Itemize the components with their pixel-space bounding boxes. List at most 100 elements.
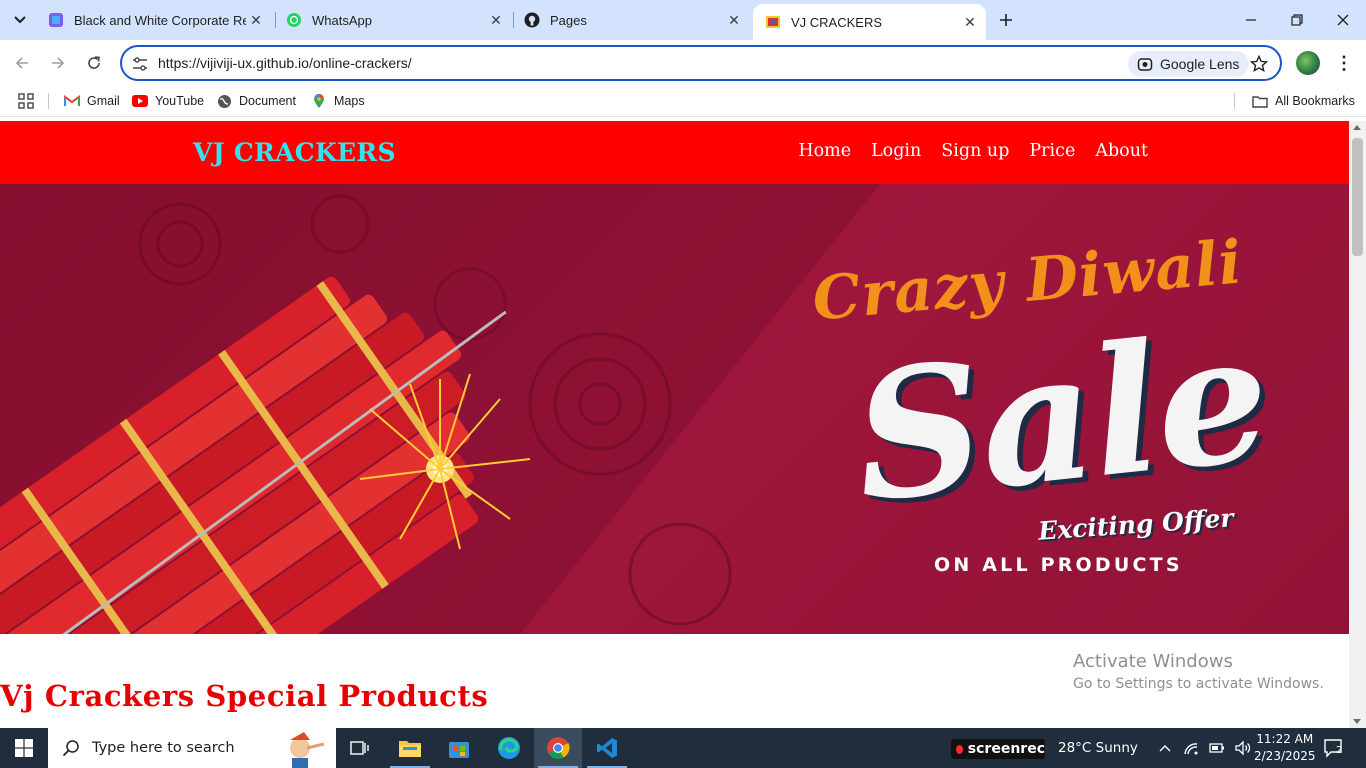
- bookmark-label: YouTube: [155, 94, 205, 108]
- hero-banner: Crazy Diwali Sale Exciting Offer ON ALL …: [0, 184, 1349, 634]
- bookmark-separator: [1234, 93, 1235, 109]
- tab-title: Pages: [550, 12, 587, 28]
- menu-kebab-icon[interactable]: ⋮: [1334, 50, 1354, 76]
- bookmark-youtube[interactable]: YouTube: [132, 91, 204, 111]
- windows-taskbar: Type here to search screenrec 28°C Sunny: [0, 728, 1366, 768]
- scrollbar-thumb[interactable]: [1352, 138, 1363, 256]
- reload-button[interactable]: [79, 48, 109, 78]
- url-text[interactable]: https://vijiviji-ux.github.io/online-cra…: [158, 55, 412, 71]
- nav-login-link[interactable]: Login: [871, 141, 921, 161]
- notification-count: 2: [1336, 745, 1343, 756]
- edge-icon: [498, 737, 520, 759]
- restore-button[interactable]: [1274, 0, 1320, 40]
- start-button[interactable]: [0, 728, 48, 768]
- close-tab-icon[interactable]: ✕: [960, 12, 980, 32]
- forward-button[interactable]: [43, 48, 73, 78]
- taskbar-edge[interactable]: [485, 728, 533, 768]
- chrome-icon: [547, 737, 570, 759]
- lens-label: Google Lens: [1160, 56, 1240, 72]
- network-icon[interactable]: [1182, 738, 1200, 758]
- lens-icon: [1136, 55, 1154, 73]
- activate-windows-title: Activate Windows: [1073, 651, 1233, 672]
- canva-icon: [48, 12, 64, 28]
- site-brand[interactable]: VJ CRACKERS: [193, 138, 396, 167]
- tab-title: VJ CRACKERS: [791, 14, 883, 30]
- search-placeholder: Type here to search: [92, 740, 235, 756]
- site-info-icon[interactable]: [130, 54, 150, 74]
- store-icon: [449, 742, 469, 758]
- folder-icon: [1252, 93, 1268, 109]
- screenrec-label: screenrec: [967, 741, 1045, 757]
- search-icon: [60, 737, 82, 759]
- tab-resume[interactable]: Black and White Corporate Resu ✕: [36, 0, 272, 40]
- globe-icon: [216, 93, 232, 109]
- bookmark-separator: [48, 93, 49, 109]
- close-tab-icon[interactable]: ✕: [724, 10, 744, 30]
- tab-whatsapp[interactable]: WhatsApp ✕: [274, 0, 512, 40]
- close-window-button[interactable]: [1320, 0, 1366, 40]
- banner-all-products: ON ALL PRODUCTS: [934, 554, 1183, 576]
- taskbar-chrome[interactable]: [534, 728, 582, 768]
- youtube-icon: [132, 93, 148, 109]
- file-explorer-icon: [399, 741, 421, 757]
- task-view-icon: [350, 741, 369, 755]
- bookmark-maps[interactable]: Maps: [311, 91, 365, 111]
- back-button[interactable]: [7, 48, 37, 78]
- whatsapp-icon: [286, 12, 302, 28]
- browser-toolbar: https://vijiviji-ux.github.io/online-cra…: [0, 40, 1366, 86]
- crackers-icon: [765, 14, 781, 30]
- taskbar-search-box[interactable]: Type here to search: [48, 728, 336, 768]
- chevron-up-icon[interactable]: [1156, 738, 1174, 758]
- task-view-button[interactable]: [336, 728, 384, 768]
- record-dot-icon: [956, 744, 963, 754]
- pinocchio-search-highlight-icon: [290, 732, 325, 768]
- bookmark-star-button[interactable]: [1248, 53, 1270, 75]
- taskbar-store[interactable]: [435, 728, 483, 768]
- arrow-right-icon: [52, 57, 65, 69]
- reload-icon: [88, 56, 100, 69]
- taskbar-file-explorer[interactable]: [386, 728, 434, 768]
- notification-center-button[interactable]: 2: [1322, 738, 1346, 758]
- nav-about-link[interactable]: About: [1095, 141, 1148, 161]
- nav-home-link[interactable]: Home: [798, 141, 851, 161]
- tab-search-button[interactable]: [6, 6, 34, 34]
- nav-signup-link[interactable]: Sign up: [941, 141, 1009, 161]
- gmail-icon: [64, 93, 80, 109]
- tab-title: Black and White Corporate Resu: [74, 12, 246, 28]
- chevron-down-icon: [14, 16, 26, 24]
- profile-avatar[interactable]: [1296, 51, 1320, 75]
- bookmark-gmail[interactable]: Gmail: [64, 91, 120, 111]
- bookmark-label: Maps: [334, 94, 365, 108]
- minimize-button[interactable]: [1228, 0, 1274, 40]
- bookmark-document[interactable]: Document: [216, 91, 296, 111]
- page-viewport: VJ CRACKERS Home Login Sign up Price Abo…: [0, 121, 1349, 728]
- google-lens-button[interactable]: Google Lens: [1128, 51, 1250, 77]
- clock-date: 2/23/2025: [1254, 749, 1316, 763]
- system-clock[interactable]: 11:22 AM 2/23/2025: [1254, 731, 1316, 765]
- nav-price-link[interactable]: Price: [1029, 141, 1075, 161]
- tab-pages[interactable]: Pages ✕: [512, 0, 750, 40]
- weather-widget[interactable]: 28°C Sunny: [1058, 740, 1138, 756]
- new-tab-button[interactable]: [994, 8, 1018, 32]
- scroll-up-arrow-icon[interactable]: [1353, 125, 1361, 130]
- vscode-icon: [597, 738, 617, 758]
- github-icon: [524, 12, 540, 28]
- bookmarks-bar: Gmail YouTube Document Maps All Bookmark…: [0, 86, 1366, 116]
- battery-icon[interactable]: [1208, 738, 1226, 758]
- system-tray: [1156, 738, 1252, 758]
- page-scrollbar[interactable]: [1349, 121, 1366, 728]
- close-tab-icon[interactable]: ✕: [246, 10, 266, 30]
- close-tab-icon[interactable]: ✕: [486, 10, 506, 30]
- volume-icon[interactable]: [1234, 738, 1252, 758]
- close-icon: [1337, 14, 1349, 26]
- toolbar-divider: [0, 116, 1366, 117]
- taskbar-vscode[interactable]: [583, 728, 631, 768]
- address-bar[interactable]: https://vijiviji-ux.github.io/online-cra…: [120, 45, 1282, 81]
- site-navbar: VJ CRACKERS Home Login Sign up Price Abo…: [0, 121, 1349, 184]
- all-bookmarks-button[interactable]: All Bookmarks: [1252, 91, 1355, 111]
- clock-time: 11:22 AM: [1256, 732, 1314, 746]
- screenrec-tray-app[interactable]: screenrec: [951, 739, 1045, 759]
- apps-button[interactable]: [18, 91, 34, 111]
- scroll-down-arrow-icon[interactable]: [1353, 719, 1361, 724]
- tab-vj-crackers[interactable]: VJ CRACKERS ✕: [753, 4, 986, 40]
